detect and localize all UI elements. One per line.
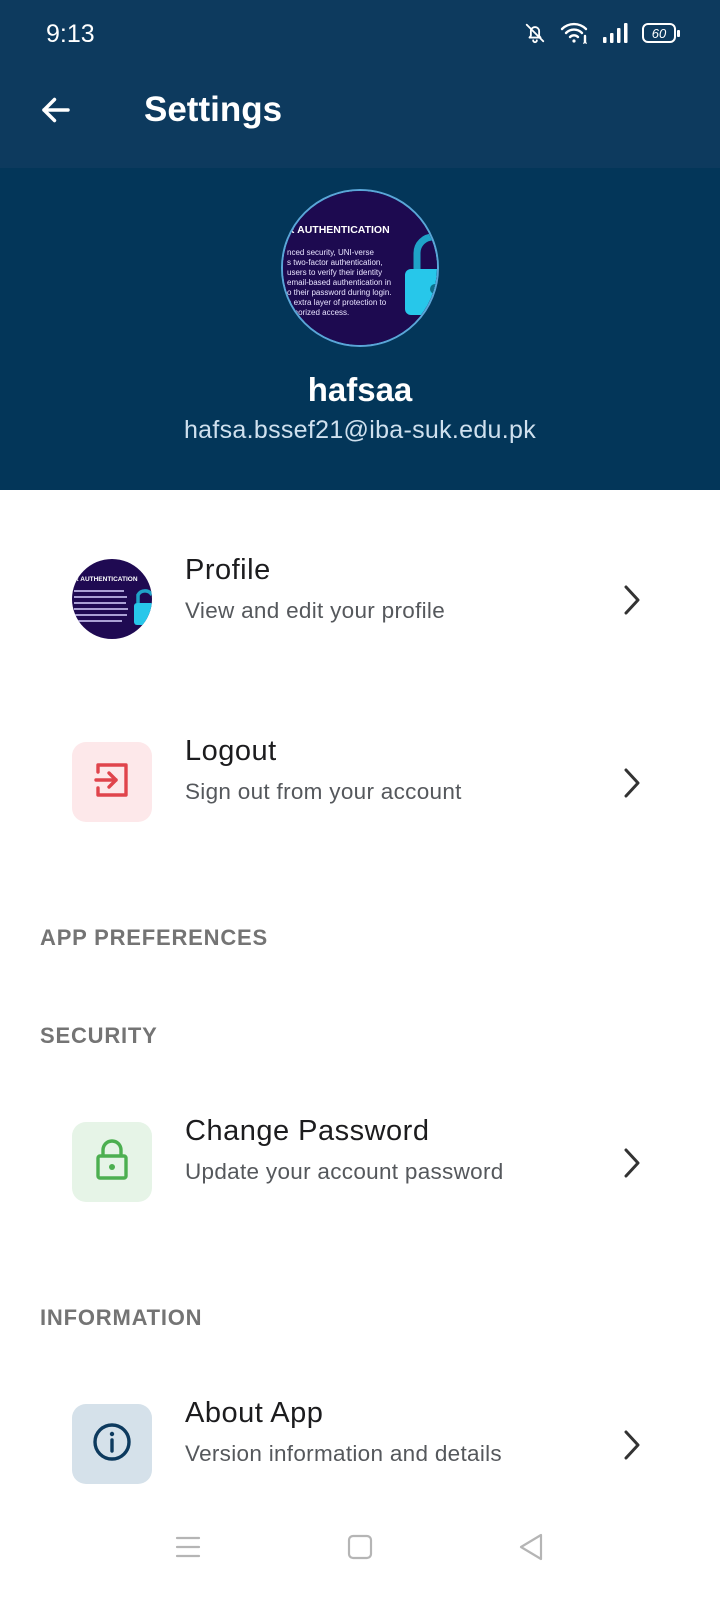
section-label-information: INFORMATION: [40, 1305, 203, 1330]
avatar-text-line: o their password during login.: [287, 288, 392, 297]
lock-icon: [92, 1138, 132, 1187]
avatar-text-line: users to verify their identity: [287, 268, 382, 277]
status-icons: 60: [524, 22, 680, 44]
about-app-row-subtitle: Version information and details: [185, 1441, 502, 1466]
logout-row-subtitle: Sign out from your account: [185, 779, 462, 804]
avatar-text-line: nced security, UNI-verse: [287, 248, 375, 257]
logout-icon: [92, 760, 132, 805]
chevron-right-icon: [618, 580, 646, 620]
avatar-heading: R AUTHENTICATION: [287, 224, 390, 236]
battery-icon: 60: [642, 23, 680, 43]
back-triangle-icon: [517, 1532, 545, 1567]
section-label-app-preferences: APP PREFERENCES: [40, 925, 268, 950]
recent-apps-button[interactable]: [166, 1527, 210, 1571]
avatar-text-line: s two-factor authentication,: [287, 258, 383, 267]
profile-avatar-thumb: R AUTHENTICATION: [72, 559, 152, 639]
avatar[interactable]: R AUTHENTICATION nced security, UNI-vers…: [281, 189, 439, 347]
about-app-row[interactable]: About App Version information and detail…: [0, 1363, 720, 1523]
section-label-security: SECURITY: [40, 1023, 158, 1048]
logout-row-title: Logout: [185, 735, 277, 767]
menu-icon: [174, 1534, 202, 1565]
info-icon: [91, 1421, 133, 1468]
wifi-icon: [560, 22, 588, 44]
chevron-right-icon: [618, 1425, 646, 1465]
change-password-row[interactable]: Change Password Update your account pass…: [0, 1081, 720, 1241]
user-email: hafsa.bssef21@iba-suk.edu.pk: [183, 416, 537, 444]
signal-icon: [602, 22, 628, 44]
home-square-icon: [347, 1534, 373, 1565]
avatar-image: R AUTHENTICATION nced security, UNI-vers…: [283, 191, 437, 345]
avatar-thumbnail-image: R AUTHENTICATION: [72, 559, 152, 639]
bell-muted-icon: [524, 22, 546, 44]
status-bar: 9:13 60: [0, 0, 720, 72]
avatar-text-line: n extra layer of protection to: [287, 298, 387, 307]
page-title: Settings: [144, 90, 283, 129]
system-back-button[interactable]: [509, 1527, 553, 1571]
status-time: 9:13: [46, 20, 95, 48]
profile-header: R AUTHENTICATION nced security, UNI-vers…: [0, 168, 720, 490]
about-app-row-title: About App: [185, 1397, 324, 1429]
system-nav-bar: [0, 1515, 720, 1600]
change-password-row-subtitle: Update your account password: [185, 1159, 504, 1184]
lock-icon-tile: [72, 1122, 152, 1202]
avatar-text-line: email-based authentication in: [287, 278, 391, 287]
svg-text:R AUTHENTICATION: R AUTHENTICATION: [74, 576, 138, 583]
arrow-left-icon: [38, 92, 74, 133]
profile-row[interactable]: R AUTHENTICATION Profile View and edit y…: [0, 518, 720, 678]
app-bar: Settings: [0, 72, 720, 168]
home-button[interactable]: [338, 1527, 382, 1571]
user-name: hafsaa: [307, 371, 413, 408]
settings-screen: 9:13 60 Settings R AUTHENTICATION nced s…: [0, 0, 720, 1600]
avatar-text-line: uthorized access.: [287, 308, 349, 317]
logout-icon-tile: [72, 742, 152, 822]
chevron-right-icon: [618, 1143, 646, 1183]
back-button[interactable]: [34, 90, 78, 134]
logout-row[interactable]: Logout Sign out from your account: [0, 701, 720, 861]
change-password-row-title: Change Password: [185, 1115, 430, 1147]
profile-row-subtitle: View and edit your profile: [185, 598, 446, 623]
info-icon-tile: [72, 1404, 152, 1484]
profile-row-title: Profile: [185, 554, 271, 586]
chevron-right-icon: [618, 763, 646, 803]
